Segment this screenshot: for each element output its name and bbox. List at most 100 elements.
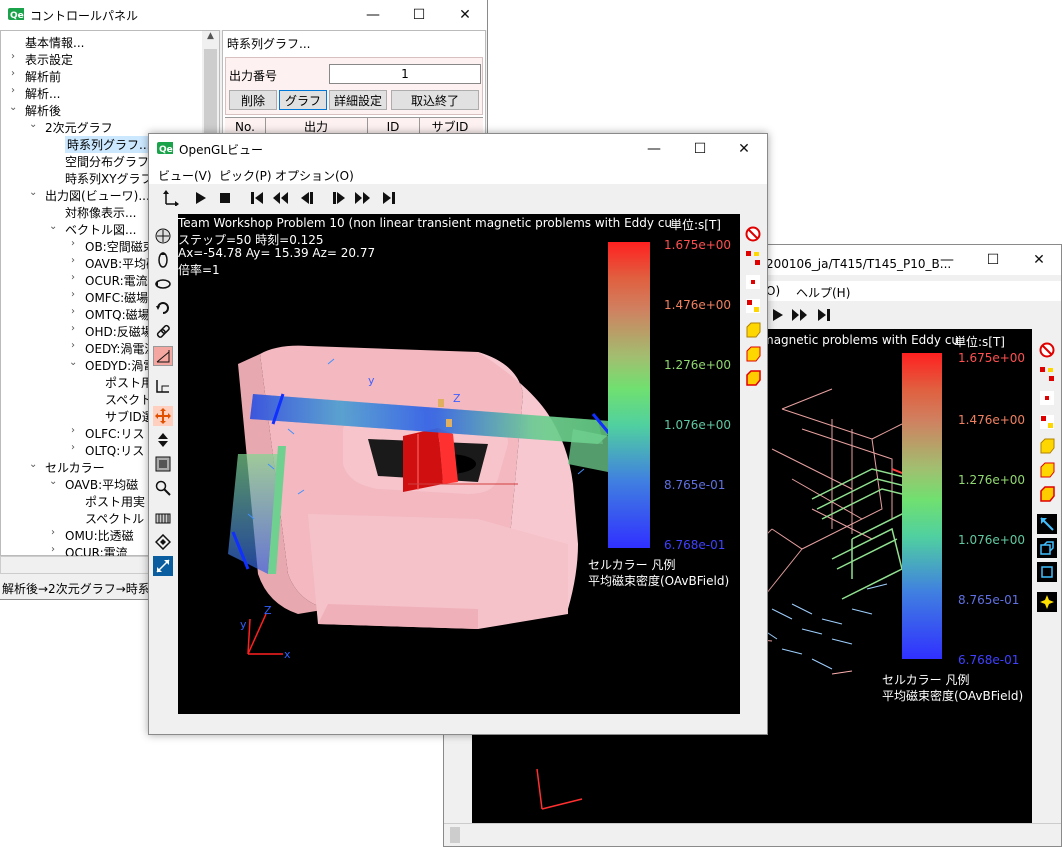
chevron-right-icon[interactable]: ›	[49, 544, 57, 555]
control-panel-titlebar[interactable]: Qe コントロールパネル — ☐ ✕	[0, 0, 487, 30]
pick-face-icon[interactable]	[743, 320, 763, 340]
link-icon[interactable]	[153, 322, 173, 342]
maximize-icon[interactable]: ☐	[396, 0, 442, 30]
chevron-right-icon[interactable]: ›	[69, 323, 77, 334]
select-arrow-icon[interactable]	[1037, 514, 1057, 534]
pan-icon[interactable]	[153, 226, 173, 246]
tree-item-label: OB:空間磁束	[85, 240, 155, 254]
tree-item-label: OMFC:磁場	[85, 291, 149, 305]
chevron-right-icon[interactable]: ›	[69, 289, 77, 300]
pick-cell-icon[interactable]	[743, 344, 763, 364]
rotate-z-icon[interactable]	[153, 298, 173, 318]
zoom-vertical-icon[interactable]	[153, 430, 173, 450]
skip-start-icon[interactable]	[247, 188, 267, 208]
chevron-right-icon[interactable]: ›	[69, 272, 77, 283]
menu-option[interactable]: O)	[766, 284, 780, 298]
chevron-down-icon[interactable]: ⌄	[29, 187, 37, 198]
move-icon[interactable]	[153, 406, 173, 426]
box-select-icon[interactable]	[1037, 538, 1057, 558]
chevron-right-icon[interactable]: ›	[69, 255, 77, 266]
step-forward-icon[interactable]	[768, 305, 788, 325]
tree-item[interactable]: › 解析前	[1, 67, 201, 84]
pick-node-icon[interactable]	[743, 248, 763, 268]
minimize-icon[interactable]: —	[350, 0, 396, 30]
chevron-down-icon[interactable]: ⌄	[29, 119, 37, 130]
fast-forward-icon[interactable]	[353, 188, 373, 208]
pick-solid-icon[interactable]	[743, 368, 763, 388]
skip-end-icon[interactable]	[379, 188, 399, 208]
chevron-down-icon[interactable]: ⌄	[49, 476, 57, 487]
shrink-icon[interactable]	[153, 532, 173, 552]
output-no-field[interactable]: 1	[329, 64, 481, 84]
axis-move-icon[interactable]	[161, 188, 181, 208]
minimize-icon[interactable]: —	[631, 134, 677, 164]
fit-icon[interactable]	[153, 454, 173, 474]
pick-cell-icon[interactable]	[1037, 460, 1057, 480]
chevron-down-icon[interactable]: ⌄	[69, 357, 77, 368]
tree-item[interactable]: 基本情報...	[1, 33, 201, 50]
chevron-right-icon[interactable]: ›	[9, 68, 17, 79]
fast-backward-icon[interactable]	[271, 188, 291, 208]
chevron-down-icon[interactable]: ⌄	[49, 221, 57, 232]
chevron-right-icon[interactable]: ›	[9, 51, 17, 62]
angle-icon[interactable]	[153, 346, 173, 366]
tree-item-label: 時系列グラフ...	[65, 136, 153, 153]
import-end-button[interactable]: 取込終了	[391, 90, 479, 110]
delete-button[interactable]: 削除	[229, 90, 277, 110]
pick-face-icon[interactable]	[1037, 436, 1057, 456]
menu-pick[interactable]: ピック(P)	[219, 167, 272, 184]
pick-solid-icon[interactable]	[1037, 484, 1057, 504]
scroll-up-icon[interactable]: ▲	[202, 31, 219, 48]
rotate-x-icon[interactable]	[153, 250, 173, 270]
chevron-right-icon[interactable]: ›	[69, 442, 77, 453]
no-entry-icon[interactable]	[743, 224, 763, 244]
fast-forward-icon[interactable]	[790, 305, 810, 325]
pick-node-icon[interactable]	[1037, 364, 1057, 384]
tree-item[interactable]: ⌄ 解析後	[1, 101, 201, 118]
menu-option[interactable]: オプション(O)	[275, 167, 354, 184]
tree-item[interactable]: › 解析...	[1, 84, 201, 101]
close-icon[interactable]: ✕	[1016, 245, 1061, 275]
menu-help[interactable]: ヘルプ(H)	[796, 284, 850, 301]
maximize-icon[interactable]: ☐	[677, 134, 723, 164]
chevron-right-icon[interactable]: ›	[9, 85, 17, 96]
pick-edge-icon[interactable]	[1037, 412, 1057, 432]
detail-settings-button[interactable]: 詳細設定	[329, 90, 387, 110]
stop-icon[interactable]	[215, 188, 235, 208]
opengl-toolbar	[149, 186, 767, 212]
minimize-icon[interactable]: —	[924, 245, 970, 275]
rect-select-icon[interactable]	[1037, 562, 1057, 582]
pick-point-icon[interactable]	[743, 272, 763, 292]
close-icon[interactable]: ✕	[442, 0, 487, 30]
opengl-horizontal-scrollbar[interactable]	[149, 714, 767, 734]
chevron-right-icon[interactable]: ›	[69, 425, 77, 436]
pick-point-icon[interactable]	[1037, 388, 1057, 408]
pick-edge-icon[interactable]	[743, 296, 763, 316]
skip-end-icon[interactable]	[814, 305, 834, 325]
chevron-right-icon[interactable]: ›	[49, 527, 57, 538]
chevron-right-icon[interactable]: ›	[69, 306, 77, 317]
step-forward-icon[interactable]	[329, 188, 349, 208]
resize-icon[interactable]	[153, 556, 173, 576]
back-horizontal-scrollbar[interactable]	[444, 823, 1061, 846]
chevron-right-icon[interactable]: ›	[69, 340, 77, 351]
opengl-titlebar[interactable]: Qe OpenGLビュー — ☐ ✕	[149, 134, 767, 164]
maximize-icon[interactable]: ☐	[970, 245, 1016, 275]
graph-button[interactable]: グラフ	[279, 90, 327, 110]
zoom-icon[interactable]	[153, 478, 173, 498]
highlight-icon[interactable]	[1037, 592, 1057, 612]
menu-view[interactable]: ビュー(V)	[158, 167, 212, 184]
opengl-canvas[interactable]: y Z x x y Z Team Workshop Problem 10 (no…	[178, 214, 740, 714]
play-icon[interactable]	[191, 188, 211, 208]
rotate-y-icon[interactable]	[153, 274, 173, 294]
chevron-down-icon[interactable]: ⌄	[29, 459, 37, 470]
chevron-right-icon[interactable]: ›	[69, 238, 77, 249]
section-icon[interactable]	[153, 376, 173, 396]
tree-item[interactable]: › 表示設定	[1, 50, 201, 67]
chevron-down-icon[interactable]: ⌄	[9, 102, 17, 113]
no-entry-icon[interactable]	[1037, 340, 1057, 360]
legend-caption2: 平均磁束密度(OAvBField)	[588, 574, 730, 588]
close-icon[interactable]: ✕	[721, 134, 767, 164]
step-backward-icon[interactable]	[297, 188, 317, 208]
mesh-icon[interactable]	[153, 508, 173, 528]
